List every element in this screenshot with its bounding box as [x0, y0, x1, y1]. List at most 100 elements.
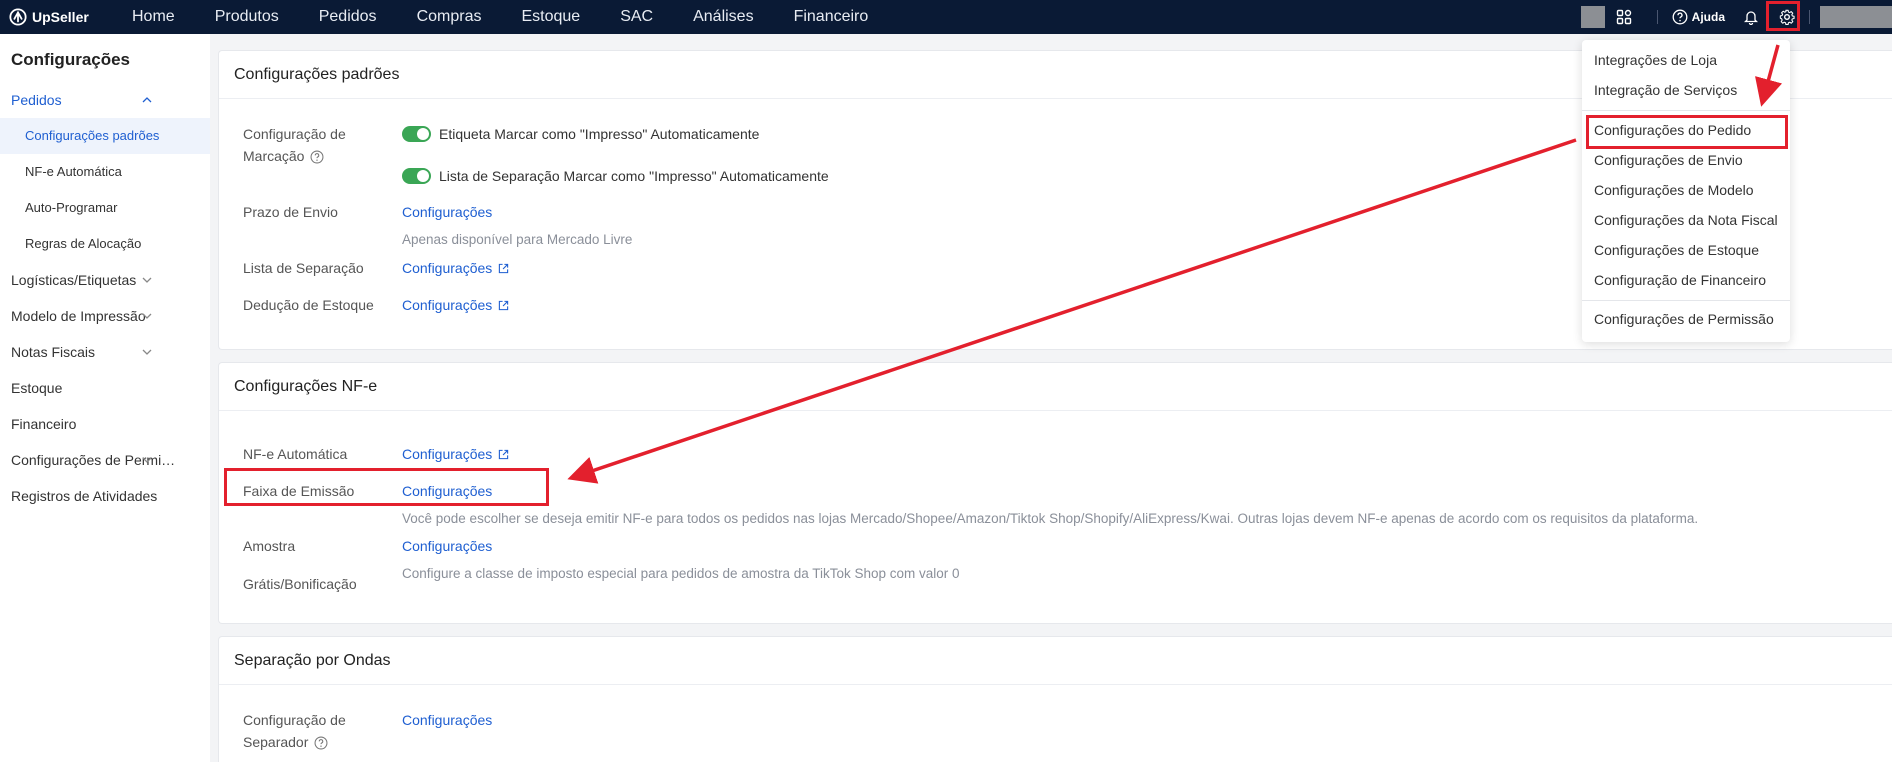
sidebar-item-registros-atividades[interactable]: Registros de Atividades [0, 478, 210, 514]
section-configuracoes-nfe: Configurações NF-e NF-e Automática Confi… [218, 362, 1892, 624]
menu-item-configuracoes-modelo[interactable]: Configurações de Modelo [1594, 180, 1754, 200]
sidebar-group-logisticas[interactable]: Logísticas/Etiquetas [0, 262, 210, 298]
amostra-value: Configurações [402, 535, 492, 557]
sidebar-item-auto-programar[interactable]: Auto-Programar [0, 190, 210, 226]
faixa-emissao-label: Faixa de Emissão [243, 483, 355, 499]
sidebar-group-label: Pedidos [11, 92, 62, 108]
chevron-down-icon [140, 262, 154, 298]
nav-estoque[interactable]: Estoque [501, 0, 600, 34]
faixa-emissao-value: Configurações [402, 480, 492, 502]
sidebar-item-financeiro[interactable]: Financeiro [0, 406, 210, 442]
header-actions: Ajuda [1580, 0, 1892, 34]
toggle-etiqueta-label: Etiqueta Marcar como "Impresso" Automati… [439, 126, 760, 142]
nav-sac[interactable]: SAC [600, 0, 673, 34]
nav-home[interactable]: Home [120, 0, 195, 34]
gear-icon[interactable] [1775, 6, 1799, 28]
deducao-estoque-value: Configurações [402, 294, 509, 316]
main-nav: Home Produtos Pedidos Compras Estoque SA… [120, 0, 888, 34]
separador-value: Configurações [402, 709, 492, 731]
help-link[interactable]: Ajuda [1672, 9, 1725, 25]
separador-label-line2: Separador [243, 734, 309, 750]
prazo-envio-value: Configurações [402, 201, 492, 223]
prazo-envio-config-link[interactable]: Configurações [402, 201, 492, 223]
bell-icon[interactable] [1743, 9, 1759, 25]
nav-analises[interactable]: Análises [673, 0, 773, 34]
menu-item-configuracoes-estoque[interactable]: Configurações de Estoque [1594, 240, 1759, 260]
separador-label-line1: Configuração de [243, 712, 346, 728]
chevron-down-icon [140, 442, 154, 478]
faixa-emissao-config-link[interactable]: Configurações [402, 480, 492, 502]
nav-pedidos[interactable]: Pedidos [299, 0, 397, 34]
brand-logo[interactable]: UpSeller [0, 8, 120, 26]
marking-label-line1: Configuração de [243, 126, 346, 142]
menu-item-integracoes-loja[interactable]: Integrações de Loja [1594, 50, 1717, 70]
menu-item-configuracoes-nota-fiscal[interactable]: Configurações da Nota Fiscal [1594, 210, 1778, 230]
sidebar-group-pedidos[interactable]: Pedidos [0, 82, 210, 118]
link-text: Configurações [402, 446, 493, 462]
sidebar-item-estoque[interactable]: Estoque [0, 370, 210, 406]
external-link-icon [499, 300, 509, 310]
sidebar-item-configuracoes-padroes[interactable]: Configurações padrões [0, 118, 210, 154]
link-text: Configurações [402, 260, 493, 276]
upseller-logo-icon [9, 8, 27, 26]
nav-compras[interactable]: Compras [397, 0, 502, 34]
top-nav-bar: UpSeller Home Produtos Pedidos Compras E… [0, 0, 1892, 34]
sidebar-group-notas-fiscais[interactable]: Notas Fiscais [0, 334, 210, 370]
lista-separacao-label: Lista de Separação [243, 260, 364, 276]
settings-sidebar: Configurações Pedidos Configurações padr… [0, 34, 210, 762]
menu-item-configuracoes-pedido[interactable]: Configurações do Pedido [1594, 120, 1751, 140]
chevron-down-icon [140, 298, 154, 334]
amostra-label: Amostra [243, 538, 296, 554]
help-label: Ajuda [1691, 10, 1725, 24]
chevron-down-icon [140, 334, 154, 370]
apps-grid-icon[interactable] [1615, 8, 1633, 26]
marking-label-line2-wrap: Marcação [243, 145, 346, 167]
lista-separacao-config-link[interactable]: Configurações [402, 257, 509, 279]
section-title: Separação por Ondas [219, 637, 1892, 685]
separador-config-label: Configuração de Separador [243, 709, 346, 753]
sidebar-item-regras-alocacao[interactable]: Regras de Alocação [0, 226, 210, 262]
user-avatar[interactable] [1820, 6, 1892, 28]
nav-produtos[interactable]: Produtos [195, 0, 299, 34]
sidebar-group-label: Notas Fiscais [11, 344, 96, 360]
toggle-etiqueta-impresso[interactable] [402, 126, 431, 142]
question-circle-icon[interactable] [314, 736, 329, 751]
chevron-up-icon [140, 82, 154, 118]
deducao-estoque-label: Dedução de Estoque [243, 297, 374, 313]
toggle-lista-impresso[interactable] [402, 168, 431, 184]
settings-dropdown-menu: Integrações de Loja Integração de Serviç… [1582, 40, 1790, 342]
brand-name: UpSeller [32, 9, 89, 25]
menu-item-configuracoes-envio[interactable]: Configurações de Envio [1594, 150, 1743, 170]
header-divider [1656, 10, 1658, 24]
deducao-estoque-config-link[interactable]: Configurações [402, 294, 509, 316]
prazo-envio-label: Prazo de Envio [243, 204, 338, 220]
sidebar-item-nfe-automatica[interactable]: NF-e Automática [0, 154, 210, 190]
external-link-icon [499, 449, 509, 459]
amostra-config-link[interactable]: Configurações [402, 535, 492, 557]
nfe-automatica-config-link[interactable]: Configurações [402, 443, 509, 465]
sidebar-group-label: Logísticas/Etiquetas [11, 272, 137, 288]
account-thumbnail[interactable] [1580, 6, 1605, 28]
toggle-lista-label: Lista de Separação Marcar como "Impresso… [439, 168, 829, 184]
faixa-emissao-hint: Você pode escolher se deseja emitir NF-e… [402, 511, 1699, 526]
menu-item-configuracao-financeiro[interactable]: Configuração de Financeiro [1594, 270, 1766, 290]
menu-divider [1582, 110, 1790, 111]
menu-item-integracao-servicos[interactable]: Integração de Serviços [1594, 80, 1737, 100]
help-circle-icon [1672, 9, 1688, 25]
sidebar-group-permissao[interactable]: Configurações de Permi… [0, 442, 210, 478]
menu-item-configuracoes-permissao[interactable]: Configurações de Permissão [1594, 309, 1774, 329]
separador-config-link[interactable]: Configurações [402, 709, 492, 731]
prazo-envio-hint: Apenas disponível para Mercado Livre [402, 232, 633, 247]
sidebar-group-modelo-impressao[interactable]: Modelo de Impressão [0, 298, 210, 334]
question-circle-icon[interactable] [310, 150, 325, 165]
marking-label-line2: Marcação [243, 148, 305, 164]
toggle-row-etiqueta: Etiqueta Marcar como "Impresso" Automati… [402, 123, 759, 145]
menu-divider [1582, 300, 1790, 301]
header-divider-2 [1809, 10, 1810, 24]
section-separacao-ondas: Separação por Ondas Configuração de Sepa… [218, 636, 1892, 762]
link-text: Configurações [402, 297, 493, 313]
sidebar-title: Configurações [11, 50, 131, 69]
nav-financeiro[interactable]: Financeiro [774, 0, 889, 34]
nfe-automatica-label: NF-e Automática [243, 446, 348, 462]
gratis-bonificacao-label: Grátis/Bonificação [243, 576, 357, 592]
